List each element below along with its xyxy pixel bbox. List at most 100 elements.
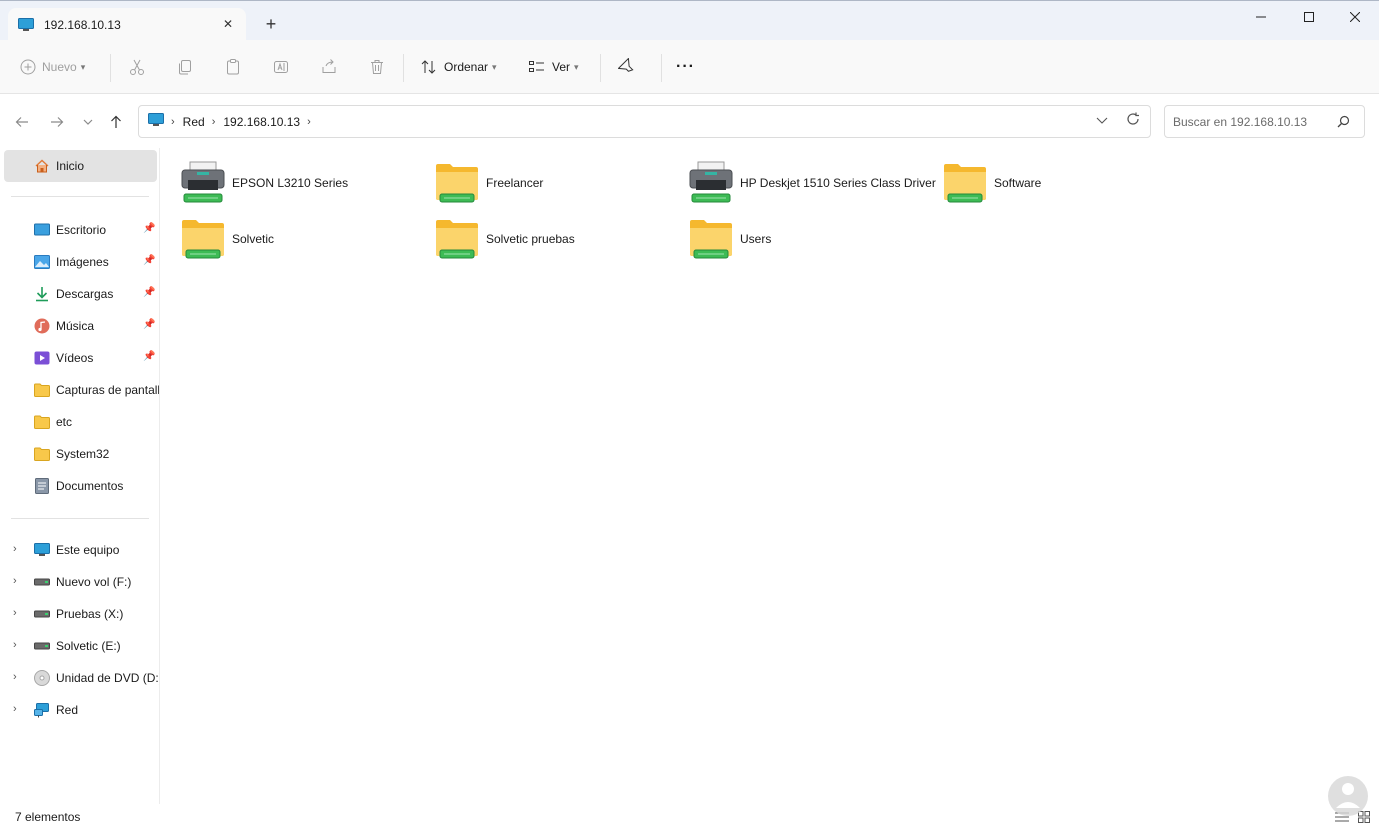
refresh-icon[interactable] bbox=[1126, 112, 1140, 130]
sidebar-item-nuevo-vol[interactable]: › Nuevo vol (F:) bbox=[4, 566, 157, 598]
sidebar-item-escritorio[interactable]: Escritorio 📌 bbox=[4, 214, 157, 246]
network-icon bbox=[34, 702, 50, 718]
view-button-label: Ver bbox=[552, 60, 571, 74]
shared-folder-icon bbox=[436, 220, 478, 259]
chevron-right-icon[interactable]: › bbox=[13, 639, 17, 651]
drive-icon bbox=[34, 606, 50, 622]
pin-icon[interactable]: 📌 bbox=[143, 287, 155, 298]
share-button[interactable] bbox=[320, 50, 338, 84]
sidebar-item-pruebas[interactable]: › Pruebas (X:) bbox=[4, 598, 157, 630]
paste-button[interactable] bbox=[224, 50, 242, 84]
close-window-button[interactable] bbox=[1332, 7, 1378, 27]
item-solvetic-pruebas-share[interactable]: Solvetic pruebas bbox=[434, 214, 684, 266]
pin-icon[interactable]: 📌 bbox=[143, 351, 155, 362]
item-epson-printer[interactable]: EPSON L3210 Series bbox=[180, 158, 430, 210]
maximize-button[interactable] bbox=[1286, 7, 1332, 27]
rename-button[interactable] bbox=[272, 50, 290, 84]
sidebar-item-red[interactable]: › Red bbox=[4, 694, 157, 726]
item-freelancer-share[interactable]: Freelancer bbox=[434, 158, 684, 210]
folder-icon bbox=[34, 382, 50, 398]
item-solvetic-share[interactable]: Solvetic bbox=[180, 214, 430, 266]
close-tab-icon[interactable]: ✕ bbox=[220, 16, 236, 32]
navigation-bar: › Red › 192.168.10.13 › bbox=[0, 94, 1379, 148]
divider bbox=[11, 518, 149, 519]
search-box[interactable] bbox=[1164, 105, 1365, 138]
tab-title: 192.168.10.13 bbox=[44, 17, 121, 32]
item-software-share[interactable]: Software bbox=[942, 158, 1192, 210]
tab-active[interactable]: 192.168.10.13 ✕ bbox=[8, 8, 246, 41]
pin-icon[interactable]: 📌 bbox=[143, 319, 155, 330]
forward-button[interactable] bbox=[47, 112, 67, 132]
shared-folder-icon bbox=[436, 164, 478, 203]
sidebar-item-label: Documentos bbox=[56, 479, 124, 493]
up-button[interactable] bbox=[106, 112, 126, 132]
home-icon bbox=[34, 158, 50, 174]
sidebar-item-inicio[interactable]: Inicio bbox=[4, 150, 157, 182]
cut-button[interactable] bbox=[128, 50, 146, 84]
sidebar-item-este-equipo[interactable]: › Este equipo bbox=[4, 534, 157, 566]
new-button-label: Nuevo bbox=[42, 60, 77, 74]
sidebar-item-system32[interactable]: System32 bbox=[4, 438, 157, 470]
item-users-share[interactable]: Users bbox=[688, 214, 938, 266]
sidebar-item-capturas[interactable]: Capturas de pantalla bbox=[4, 374, 159, 406]
filter-icon bbox=[618, 58, 634, 72]
back-button[interactable] bbox=[12, 112, 32, 132]
share-icon bbox=[322, 59, 336, 73]
chevron-down-icon bbox=[83, 119, 93, 125]
sidebar-item-label: etc bbox=[56, 415, 73, 429]
item-hp-printer[interactable]: HP Deskjet 1510 Series Class Driver bbox=[688, 158, 938, 210]
sidebar-item-videos[interactable]: Vídeos 📌 bbox=[4, 342, 157, 374]
search-input[interactable] bbox=[1173, 114, 1333, 129]
sidebar-item-documentos[interactable]: Documentos bbox=[4, 470, 157, 502]
chevron-right-icon[interactable]: › bbox=[13, 703, 17, 715]
folder-icon bbox=[34, 446, 50, 462]
chevron-right-icon[interactable]: › bbox=[13, 543, 17, 555]
new-button[interactable]: Nuevo ▾ bbox=[20, 50, 85, 84]
pin-icon[interactable]: 📌 bbox=[143, 223, 155, 234]
minimize-button[interactable] bbox=[1238, 7, 1284, 27]
breadcrumb-chevron-icon[interactable]: › bbox=[307, 116, 311, 128]
address-bar[interactable]: › Red › 192.168.10.13 › bbox=[138, 105, 1151, 138]
item-name: Solvetic bbox=[232, 232, 275, 246]
sidebar-item-label: Red bbox=[56, 703, 79, 717]
sidebar-item-solvetic[interactable]: › Solvetic (E:) bbox=[4, 630, 157, 662]
sidebar-item-label: Descargas bbox=[56, 287, 114, 301]
sort-button-label: Ordenar bbox=[444, 60, 489, 74]
item-name: Freelancer bbox=[486, 176, 544, 190]
sidebar-item-label: Música bbox=[56, 319, 95, 333]
delete-button[interactable] bbox=[368, 50, 386, 84]
new-tab-button[interactable]: + bbox=[262, 14, 280, 34]
this-pc-icon bbox=[34, 542, 50, 558]
drive-icon bbox=[34, 574, 50, 590]
sidebar-item-musica[interactable]: Música 📌 bbox=[4, 310, 157, 342]
sidebar-item-label: Pruebas (X:) bbox=[56, 607, 124, 621]
sidebar-item-label: Vídeos bbox=[56, 351, 94, 365]
shared-folder-icon bbox=[690, 220, 732, 259]
sidebar-item-imagenes[interactable]: Imágenes 📌 bbox=[4, 246, 157, 278]
shared-folder-icon bbox=[944, 164, 986, 203]
sidebar-item-descargas[interactable]: Descargas 📌 bbox=[4, 278, 157, 310]
item-name: HP Deskjet 1510 Series Class Driver bbox=[740, 176, 936, 190]
more-options-button[interactable]: ··· bbox=[676, 50, 695, 84]
sort-button[interactable]: Ordenar ▾ bbox=[420, 50, 497, 84]
breadcrumb-chevron-icon[interactable]: › bbox=[212, 116, 216, 128]
pin-icon[interactable]: 📌 bbox=[143, 255, 155, 266]
chevron-right-icon[interactable]: › bbox=[13, 671, 17, 683]
recent-locations-button[interactable] bbox=[78, 112, 98, 132]
breadcrumb-red[interactable]: Red bbox=[183, 115, 205, 129]
search-icon[interactable] bbox=[1337, 115, 1350, 131]
downloads-icon bbox=[34, 286, 50, 302]
command-bar: Nuevo ▾ Ordenar ▾ Ver ▾ ··· bbox=[0, 40, 1379, 94]
breadcrumb-ip[interactable]: 192.168.10.13 bbox=[223, 115, 300, 129]
sidebar-item-etc[interactable]: etc bbox=[4, 406, 157, 438]
breadcrumb-chevron-icon[interactable]: › bbox=[171, 116, 175, 128]
filter-button[interactable] bbox=[618, 50, 636, 84]
arrow-left-icon bbox=[15, 117, 28, 127]
chevron-right-icon[interactable]: › bbox=[13, 575, 17, 587]
sidebar-item-label: Unidad de DVD (D:) bbox=[56, 671, 160, 685]
sidebar-item-dvd[interactable]: › Unidad de DVD (D:) bbox=[4, 662, 160, 694]
address-history-icon[interactable] bbox=[1096, 114, 1108, 129]
copy-button[interactable] bbox=[176, 50, 194, 84]
chevron-right-icon[interactable]: › bbox=[13, 607, 17, 619]
view-button[interactable]: Ver ▾ bbox=[528, 50, 579, 84]
